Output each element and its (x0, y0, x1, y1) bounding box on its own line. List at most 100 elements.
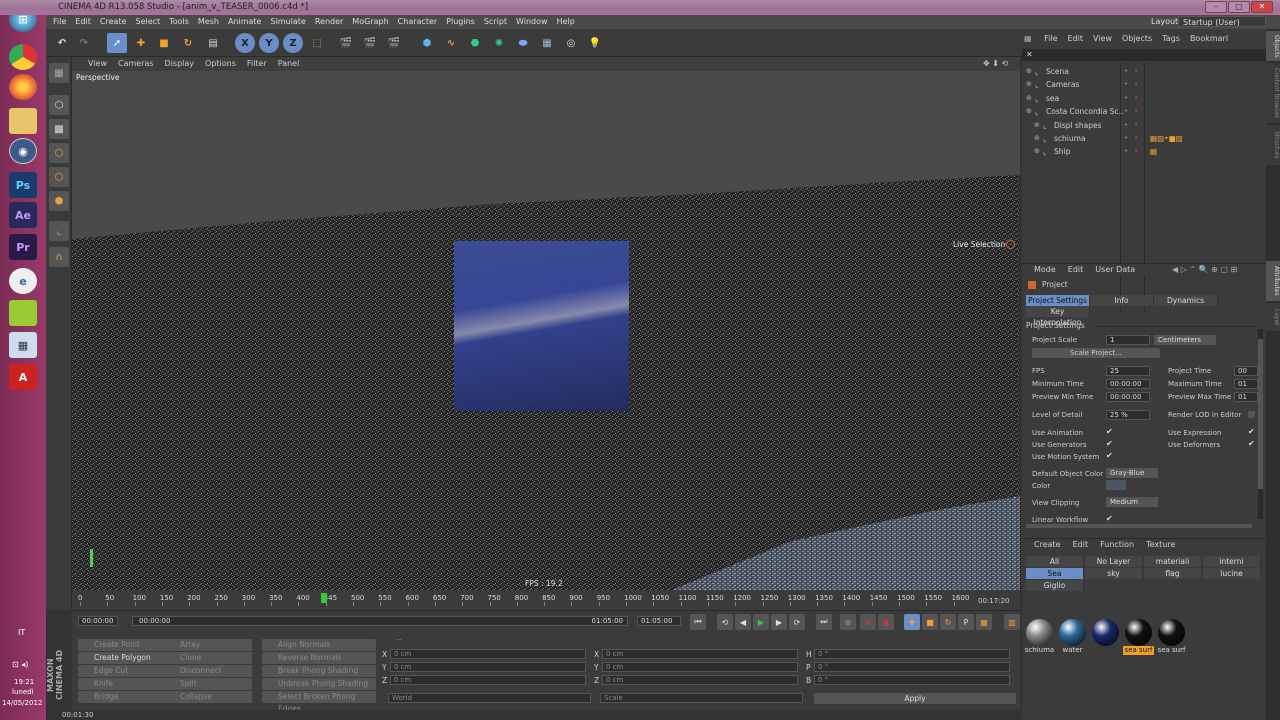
render-dot-icon[interactable]: • (1134, 78, 1138, 91)
viewport-menu-display[interactable]: Display (165, 59, 195, 68)
edges-mode-icon[interactable]: ⬡ (49, 167, 69, 187)
object-row[interactable]: ⊕ ⌞ sea • • (1022, 92, 1266, 105)
use-animation-checkbox[interactable]: ✔ (1106, 427, 1113, 436)
modeling-knife-button[interactable]: Knife (78, 678, 166, 690)
attr-menu-user-data[interactable]: User Data (1095, 265, 1135, 274)
objmgr-menu-file[interactable]: File (1044, 34, 1057, 43)
visibility-dots-icon[interactable]: • (1124, 105, 1128, 118)
viewport-menu-cameras[interactable]: Cameras (118, 59, 154, 68)
key-rotation-icon[interactable]: ↻ (940, 614, 956, 630)
color-swatch[interactable] (1106, 480, 1126, 490)
viewport-menu-options[interactable]: Options (205, 59, 236, 68)
use-motion-checkbox[interactable]: ✔ (1106, 451, 1113, 460)
texture-mode-icon[interactable]: ▩ (49, 119, 69, 139)
tab-attributes[interactable]: Attributes (1266, 261, 1280, 301)
apply-button[interactable]: Apply (814, 693, 1016, 704)
acrobat-icon[interactable]: A (9, 364, 37, 390)
key-scale-icon[interactable]: ■ (922, 614, 938, 630)
coord-value-field[interactable]: 0 ° (814, 662, 1010, 672)
objmgr-menu-view[interactable]: View (1093, 34, 1112, 43)
coord-world-select[interactable]: World (388, 693, 591, 703)
menu-select[interactable]: Select (135, 17, 160, 26)
objmgr-menu-edit[interactable]: Edit (1068, 34, 1084, 43)
menu-simulate[interactable]: Simulate (270, 17, 305, 26)
mat-menu-edit[interactable]: Edit (1073, 540, 1089, 549)
object-tags-icon[interactable]: ▦ (1150, 145, 1157, 158)
coordinate-system-icon[interactable]: ⬚ (307, 33, 327, 53)
coord-value-field[interactable]: 0 cm (390, 649, 586, 659)
modeling-select-broken-phong-edges-button[interactable]: Select Broken Phong Edges (262, 691, 376, 713)
menu-character[interactable]: Character (398, 17, 438, 26)
render-dot-icon[interactable]: • (1134, 119, 1138, 132)
mat-filter-flag[interactable]: flag (1144, 568, 1202, 579)
coord-value-field[interactable]: 0 cm (602, 649, 798, 659)
maximize-button[interactable]: □ (1228, 1, 1250, 13)
folder-icon[interactable] (9, 300, 37, 326)
record-keys-icon[interactable]: ⊗ (860, 614, 876, 630)
spline-icon[interactable]: ∿ (441, 33, 461, 53)
coord-value-field[interactable]: 0 cm (390, 675, 586, 685)
floor-icon[interactable]: ▦ (537, 33, 557, 53)
attr-menu-mode[interactable]: Mode (1034, 265, 1056, 274)
os-language[interactable]: IT (18, 628, 25, 637)
menu-tools[interactable]: Tools (169, 17, 189, 26)
tab-dynamics[interactable]: Dynamics (1154, 295, 1218, 306)
model-mode-icon[interactable]: ⬡ (49, 95, 69, 115)
expand-icon[interactable]: ⊕ (1026, 105, 1032, 118)
modeling-edge-cut-button[interactable]: Edge Cut (78, 665, 166, 677)
object-tags-icon[interactable]: ▦▨•■▨ (1150, 132, 1183, 145)
objmgr-menu-objects[interactable]: Objects (1122, 34, 1152, 43)
object-row[interactable]: ⊕ ⌞ Scena • • (1022, 65, 1266, 78)
tab-layer[interactable]: Layer (1266, 303, 1280, 331)
menu-render[interactable]: Render (315, 17, 343, 26)
mat-filter-interni[interactable]: interni (1203, 556, 1261, 567)
expand-icon[interactable]: ⊕ (1026, 65, 1032, 78)
material-swatch[interactable]: water (1057, 617, 1088, 655)
lod-field[interactable]: 25 % (1106, 410, 1150, 420)
object-row[interactable]: ⊕ ⌞ schiuma • • ▦▨•■▨ (1022, 132, 1266, 145)
clear-search-icon[interactable]: ✕ (1026, 50, 1033, 59)
tab-info[interactable]: Info (1090, 295, 1154, 306)
viewport-menu-view[interactable]: View (88, 59, 107, 68)
y-axis-lock-icon[interactable]: Y (259, 33, 279, 53)
visibility-dots-icon[interactable]: • (1124, 78, 1128, 91)
menu-script[interactable]: Script (484, 17, 507, 26)
coord-value-field[interactable]: 0 cm (602, 662, 798, 672)
make-editable-icon[interactable]: ▦ (49, 63, 69, 83)
material-swatch[interactable]: sea surf (1156, 617, 1187, 655)
preview-min-field[interactable]: 00:00:00 (1106, 392, 1150, 402)
objmgr-menu-bookmarl[interactable]: Bookmarl (1190, 34, 1228, 43)
menu-file[interactable]: File (53, 17, 66, 26)
menu-mograph[interactable]: MoGraph (352, 17, 388, 26)
axis-mode-icon[interactable]: ⌞ (49, 221, 69, 241)
modeling-collapse-button[interactable]: Collapse (164, 691, 252, 703)
expand-icon[interactable]: ⊕ (1034, 145, 1040, 158)
loop-icon[interactable]: ⟳ (789, 614, 805, 630)
mat-filter-sky[interactable]: sky (1085, 568, 1143, 579)
mat-filter-giglio[interactable]: Giglio (1026, 580, 1084, 591)
play-icon[interactable]: ▶ (753, 614, 769, 630)
menu-edit[interactable]: Edit (75, 17, 91, 26)
tab-objects[interactable]: Objects (1266, 31, 1280, 61)
mat-menu-create[interactable]: Create (1034, 540, 1061, 549)
objmgr-filter-icon[interactable]: ▦ (1024, 34, 1032, 43)
minimize-button[interactable]: – (1205, 1, 1227, 13)
viewport-menu-filter[interactable]: Filter (247, 59, 267, 68)
timeline[interactable]: 0 50 100 150 200 250 300 350 400 445 500 550 600 650 7… (72, 590, 1020, 610)
tab-project-settings[interactable]: Project Settings (1026, 295, 1090, 306)
use-expression-checkbox[interactable]: ✔ (1248, 427, 1255, 436)
mat-menu-texture[interactable]: Texture (1146, 540, 1175, 549)
camera-icon[interactable]: ◎ (561, 33, 581, 53)
object-row[interactable]: ⊕ ⌞ Costa Concordia Sc.. • • (1022, 105, 1266, 118)
visibility-dots-icon[interactable]: • (1124, 145, 1128, 158)
preview-max-field[interactable]: 01 (1234, 392, 1258, 402)
nurbs-icon[interactable]: ⬣ (465, 33, 485, 53)
x-axis-lock-icon[interactable]: X (235, 33, 255, 53)
current-frame-marker[interactable] (321, 593, 327, 603)
modeling-split-button[interactable]: Split (164, 678, 252, 690)
deformer-icon[interactable]: ⬬ (513, 33, 533, 53)
layout-select[interactable]: Startup (User) (1178, 16, 1266, 27)
cube-object-icon[interactable]: ⬢ (417, 33, 437, 53)
tab-key-interpolation[interactable]: Key Interpolation (1026, 306, 1090, 327)
visibility-dots-icon[interactable]: • (1124, 65, 1128, 78)
